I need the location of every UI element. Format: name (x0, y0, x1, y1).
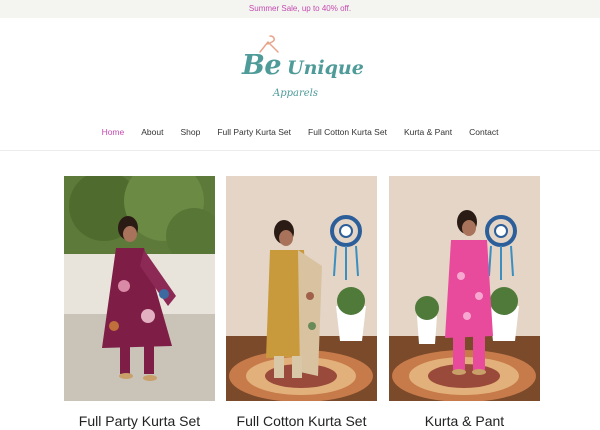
category-title-kurta-pant[interactable]: Kurta & Pant (379, 413, 550, 429)
nav-full-party-kurta-set[interactable]: Full Party Kurta Set (209, 121, 300, 143)
promo-text: Summer Sale, up to 40% off. (248, 4, 352, 13)
nav-about[interactable]: About (133, 121, 172, 143)
brand-name: Be Unique (242, 50, 364, 81)
brand-logo[interactable]: Be Unique Apparels (238, 32, 364, 104)
category-card-kurta-pant[interactable]: Kurta & Pant (389, 176, 540, 429)
brand-subtitle: Apparels (273, 88, 319, 99)
category-card-party[interactable]: Full Party Kurta Set (64, 176, 215, 429)
category-image-party[interactable] (64, 176, 215, 401)
promo-banner: Summer Sale, up to 40% off. (0, 0, 600, 18)
category-image-kurta-pant[interactable] (389, 176, 540, 401)
header-divider (0, 150, 600, 151)
category-card-cotton[interactable]: Full Cotton Kurta Set (226, 176, 377, 429)
brand-be: Be (242, 50, 282, 81)
nav-home[interactable]: Home (93, 121, 133, 143)
category-image-cotton[interactable] (226, 176, 377, 401)
nav-kurta-pant[interactable]: Kurta & Pant (395, 121, 460, 143)
brand-unique: Unique (287, 57, 364, 79)
nav-full-cotton-kurta-set[interactable]: Full Cotton Kurta Set (300, 121, 396, 143)
category-title-party[interactable]: Full Party Kurta Set (54, 413, 225, 429)
nav-shop[interactable]: Shop (172, 121, 209, 143)
main-nav: Home About Shop Full Party Kurta Set Ful… (0, 121, 600, 143)
category-title-cotton[interactable]: Full Cotton Kurta Set (216, 413, 387, 429)
nav-contact[interactable]: Contact (461, 121, 507, 143)
